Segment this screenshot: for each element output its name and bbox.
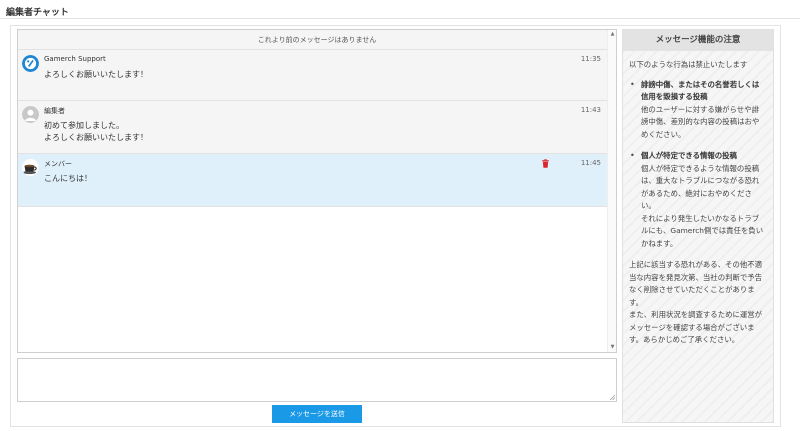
message-sender: メンバー bbox=[44, 160, 72, 168]
message-item: メンバー 11:45 こんにちは！ bbox=[18, 154, 609, 207]
notice-footer: 上記に該当する恐れがある、その他不適当な内容を発見次第、当社の判断で予告なく削除… bbox=[629, 260, 763, 344]
bullet-icon: • bbox=[630, 151, 635, 160]
message-time: 11:45 bbox=[580, 159, 601, 167]
gamerch-logo-icon bbox=[22, 55, 39, 72]
notice-rule-body: 個人が特定できるような情報の投稿は、重大なトラブルにつながる恐れがあるため、絶対… bbox=[641, 163, 764, 248]
message-sender: 編集者 bbox=[44, 107, 65, 115]
notice-rule-body: 他のユーザーに対する嫌がらせや誹謗中傷、差別的な内容の投稿はおやめください。 bbox=[641, 104, 760, 139]
message-input-box bbox=[17, 358, 617, 402]
message-list-scrollbar[interactable]: ▲ ▼ bbox=[607, 30, 616, 352]
notice-title: メッセージ機能の注意 bbox=[623, 30, 773, 51]
scroll-down-icon[interactable]: ▼ bbox=[609, 344, 616, 351]
send-message-button[interactable]: メッセージを送信 bbox=[272, 405, 362, 423]
message-sender: Gamerch Support bbox=[44, 55, 106, 63]
notice-rule-title: 個人が特定できる情報の投稿 bbox=[641, 151, 737, 160]
message-input[interactable] bbox=[18, 359, 616, 401]
message-item: 編集者 11:43 初めて参加しました。 よろしくお願いいたします！ bbox=[18, 101, 609, 154]
bullet-icon: • bbox=[630, 79, 635, 89]
message-list[interactable]: これより前のメッセージはありません Gamerch Support 11:35 … bbox=[17, 29, 617, 353]
message-text: よろしくお願いいたします！ bbox=[44, 70, 148, 79]
scroll-up-icon[interactable]: ▲ bbox=[609, 31, 616, 38]
trash-icon[interactable] bbox=[541, 159, 550, 168]
message-text: こんにちは！ bbox=[44, 174, 92, 183]
notice-intro: 以下のような行為は禁止いたします bbox=[629, 60, 748, 69]
default-user-icon bbox=[22, 106, 39, 123]
page-title: 編集者チャット bbox=[6, 8, 69, 18]
resize-grip-icon[interactable] bbox=[609, 394, 615, 400]
notice-rule-title: 誹謗中傷、またはその名誉若しくは信用を毀損する投稿 bbox=[641, 79, 760, 102]
message-time: 11:35 bbox=[580, 55, 601, 63]
coffee-cup-icon bbox=[22, 159, 39, 176]
notice-rule: • 誹謗中傷、またはその名誉若しくは信用を毀損する投稿 他のユーザーに対する嫌が… bbox=[629, 79, 766, 142]
notice-body: 以下のような行為は禁止いたします • 誹謗中傷、またはその名誉若しくは信用を毀損… bbox=[623, 51, 773, 347]
no-more-messages-label: これより前のメッセージはありません bbox=[18, 30, 616, 50]
message-text: 初めて参加しました。 よろしくお願いいたします！ bbox=[44, 121, 148, 142]
notice-rule: • 個人が特定できる情報の投稿 個人が特定できるような情報の投稿は、重大なトラブ… bbox=[629, 150, 766, 250]
message-time: 11:43 bbox=[580, 106, 601, 114]
notice-panel: メッセージ機能の注意 以下のような行為は禁止いたします • 誹謗中傷、またはその… bbox=[622, 29, 774, 423]
title-divider bbox=[0, 18, 800, 19]
message-item: Gamerch Support 11:35 よろしくお願いいたします！ bbox=[18, 50, 609, 101]
